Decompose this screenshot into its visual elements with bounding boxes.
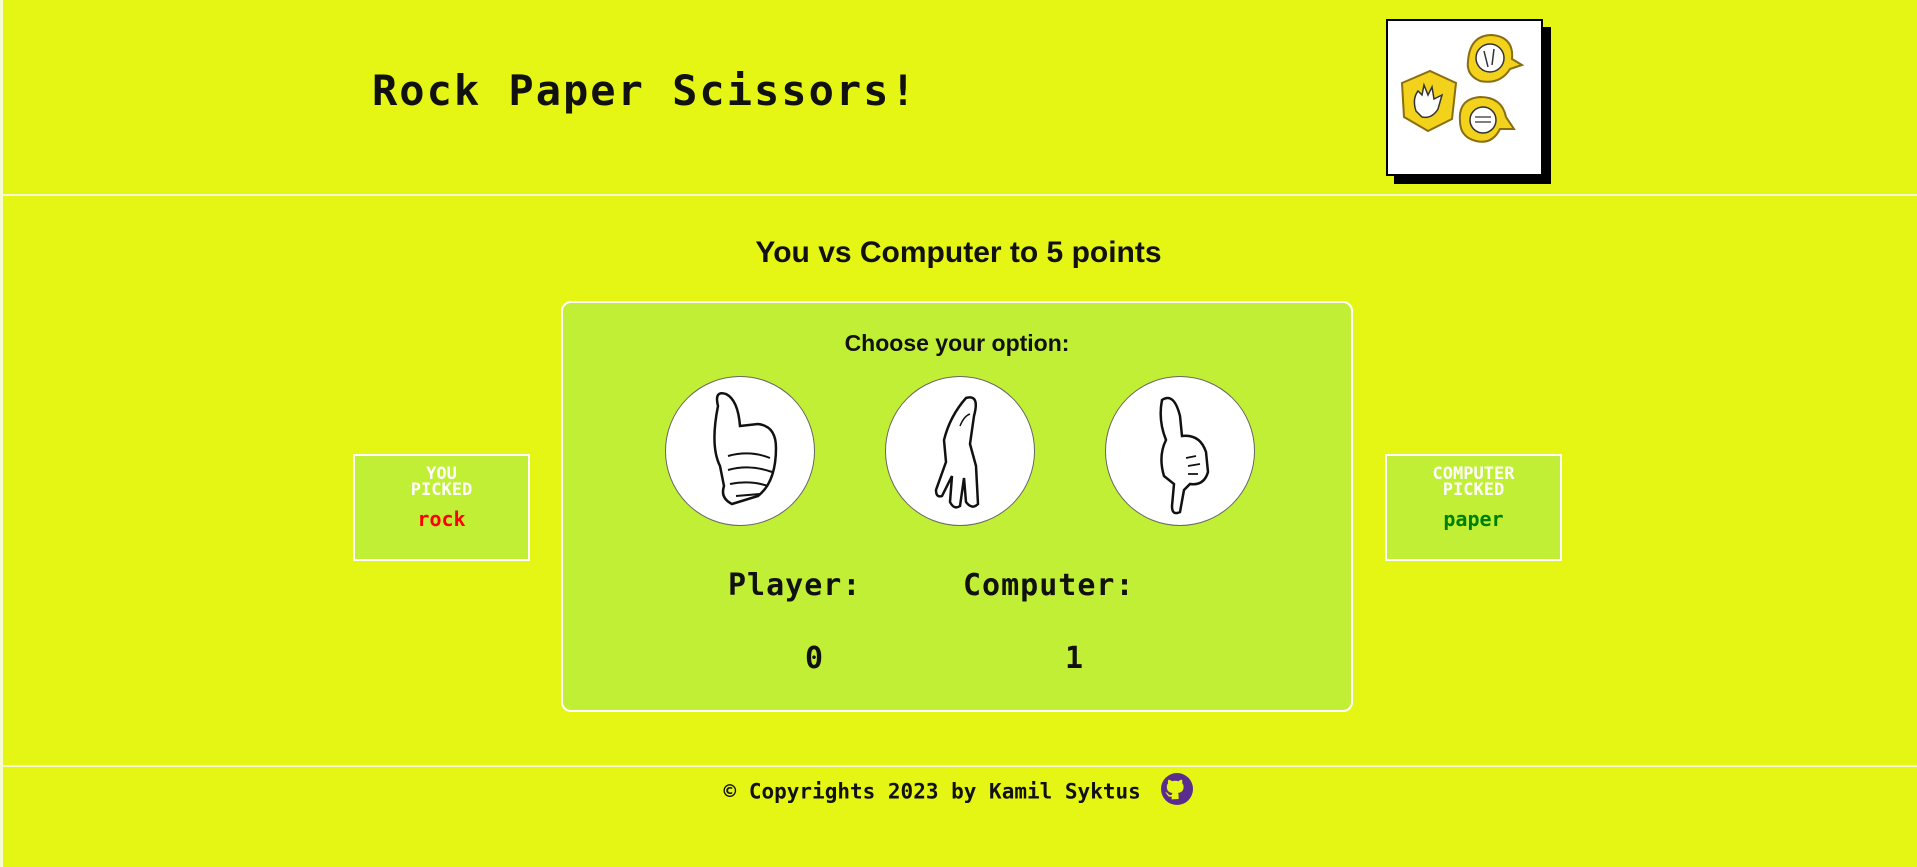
choose-option-label: Choose your option: xyxy=(844,330,1070,356)
computer-pick-box: COMPUTER PICKED paper xyxy=(1385,454,1562,561)
header: Rock Paper Scissors! xyxy=(0,0,1917,195)
computer-pick-value: paper xyxy=(1443,507,1504,531)
player-pick-box: YOU PICKED rock xyxy=(353,454,530,561)
scissors-option-button[interactable] xyxy=(1105,376,1255,526)
paper-option-button[interactable] xyxy=(885,376,1035,526)
header-divider xyxy=(0,194,1917,196)
computer-pick-label: COMPUTER PICKED xyxy=(1432,464,1515,500)
github-link[interactable] xyxy=(1161,773,1194,810)
open-hand-icon xyxy=(934,396,980,509)
rock-option-button[interactable] xyxy=(665,376,815,526)
game-subtitle: You vs Computer to 5 points xyxy=(755,236,1162,269)
footer-divider xyxy=(0,765,1917,767)
copyright-text: © Copyrights 2023 by Kamil Syktus xyxy=(723,779,1141,804)
computer-score-value: 1 xyxy=(1065,641,1084,676)
fist-hand-icon xyxy=(713,392,778,506)
player-pick-value: rock xyxy=(417,507,466,531)
computer-score-label: Computer: xyxy=(963,568,1135,603)
player-pick-label: YOU PICKED xyxy=(410,464,473,500)
player-score-label: Player: xyxy=(728,568,862,603)
page-title: Rock Paper Scissors! xyxy=(372,66,918,115)
player-score-value: 0 xyxy=(805,641,824,676)
github-icon xyxy=(1161,773,1194,805)
rock-paper-scissors-logo xyxy=(1386,19,1543,176)
game-panel: Choose your option: Player: Computer: 0 … xyxy=(561,301,1353,712)
footer: © Copyrights 2023 by Kamil Syktus xyxy=(0,773,1917,810)
pointing-hand-icon xyxy=(1159,396,1210,515)
